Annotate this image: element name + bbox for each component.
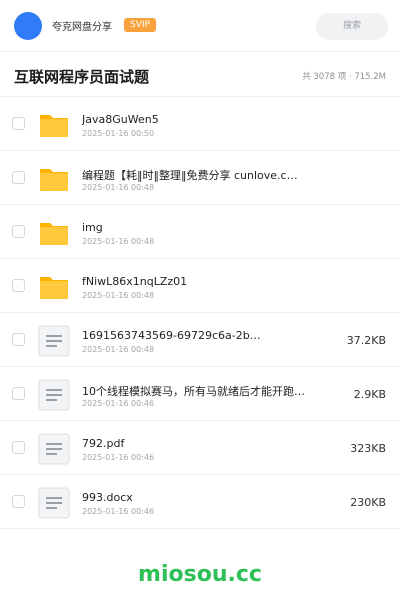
row-checkbox[interactable]: [12, 117, 25, 130]
file-date: 2025-01-16 00:50: [82, 129, 155, 138]
file-date: 2025-01-16 00:48: [82, 183, 155, 192]
row-checkbox[interactable]: [12, 333, 25, 346]
file-name: Java8GuWen5: [82, 113, 159, 126]
folder-icon: [38, 217, 70, 249]
row-checkbox[interactable]: [12, 279, 25, 292]
file-name: 10个线程模拟赛马，所有马就绪后才能开跑，所有马到…: [82, 385, 312, 398]
folder-icon: [38, 163, 70, 195]
file-date: 2025-01-16 00:48: [82, 237, 155, 246]
document-icon: [38, 325, 70, 357]
file-row[interactable]: 792.pdf 2025-01-16 00:46 323KB: [0, 421, 400, 475]
row-checkbox[interactable]: [12, 441, 25, 454]
file-size: 37.2KB: [346, 334, 386, 347]
file-name: 993.docx: [82, 491, 133, 504]
file-row[interactable]: img 2025-01-16 00:48: [0, 205, 400, 259]
file-list: Java8GuWen5 2025-01-16 00:50 编程题【耗‖时‖整理‖免费…: [0, 97, 400, 529]
file-date: 2025-01-16 00:48: [82, 345, 155, 354]
folder-icon: [38, 109, 70, 141]
file-name: fNiwL86x1nqLZz01: [82, 275, 188, 288]
file-row[interactable]: 1691563743569-69729c6a-2b… 2025-01-16 00:…: [0, 313, 400, 367]
share-title: 夸克网盘分享: [52, 22, 112, 33]
row-checkbox[interactable]: [12, 225, 25, 238]
folder-icon: [38, 271, 70, 303]
svip-badge: SVIP: [124, 18, 156, 32]
file-size: 230KB: [350, 496, 386, 509]
file-size: 323KB: [350, 442, 386, 455]
file-size: 2.9KB: [353, 388, 386, 401]
file-name: img: [82, 221, 103, 234]
document-icon: [38, 487, 70, 519]
title-bar: 互联网程序员面试题 共 3078 项 · 715.2M: [0, 53, 400, 97]
file-date: 2025-01-16 00:48: [82, 291, 155, 300]
file-row[interactable]: Java8GuWen5 2025-01-16 00:50: [0, 97, 400, 151]
file-date: 2025-01-16 00:46: [82, 399, 155, 408]
file-row[interactable]: 编程题【耗‖时‖整理‖免费分享 cunlove.c… 2025-01-16 00:…: [0, 151, 400, 205]
row-checkbox[interactable]: [12, 171, 25, 184]
page-title: 互联网程序员面试题: [14, 68, 150, 86]
avatar[interactable]: [14, 12, 42, 40]
document-icon: [38, 379, 70, 411]
file-name: 1691563743569-69729c6a-2b…: [82, 329, 261, 342]
file-stats: 共 3078 项 · 715.2M: [302, 72, 386, 82]
file-row[interactable]: 993.docx 2025-01-16 00:46 230KB: [0, 475, 400, 529]
file-name: 792.pdf: [82, 437, 125, 450]
row-checkbox[interactable]: [12, 387, 25, 400]
file-name: 编程题【耗‖时‖整理‖免费分享 cunlove.c…: [82, 169, 298, 182]
file-date: 2025-01-16 00:46: [82, 453, 155, 462]
file-row[interactable]: 10个线程模拟赛马，所有马就绪后才能开跑，所有马到…2025-01-16 00:…: [0, 367, 400, 421]
search-input[interactable]: 搜索: [316, 13, 388, 40]
file-date: 2025-01-16 00:46: [82, 507, 155, 516]
row-checkbox[interactable]: [12, 495, 25, 508]
header: 夸克网盘分享 SVIP 搜索: [0, 0, 400, 52]
document-icon: [38, 433, 70, 465]
file-row[interactable]: fNiwL86x1nqLZz01 2025-01-16 00:48: [0, 259, 400, 313]
footer-brand: miosou.cc: [138, 562, 262, 587]
